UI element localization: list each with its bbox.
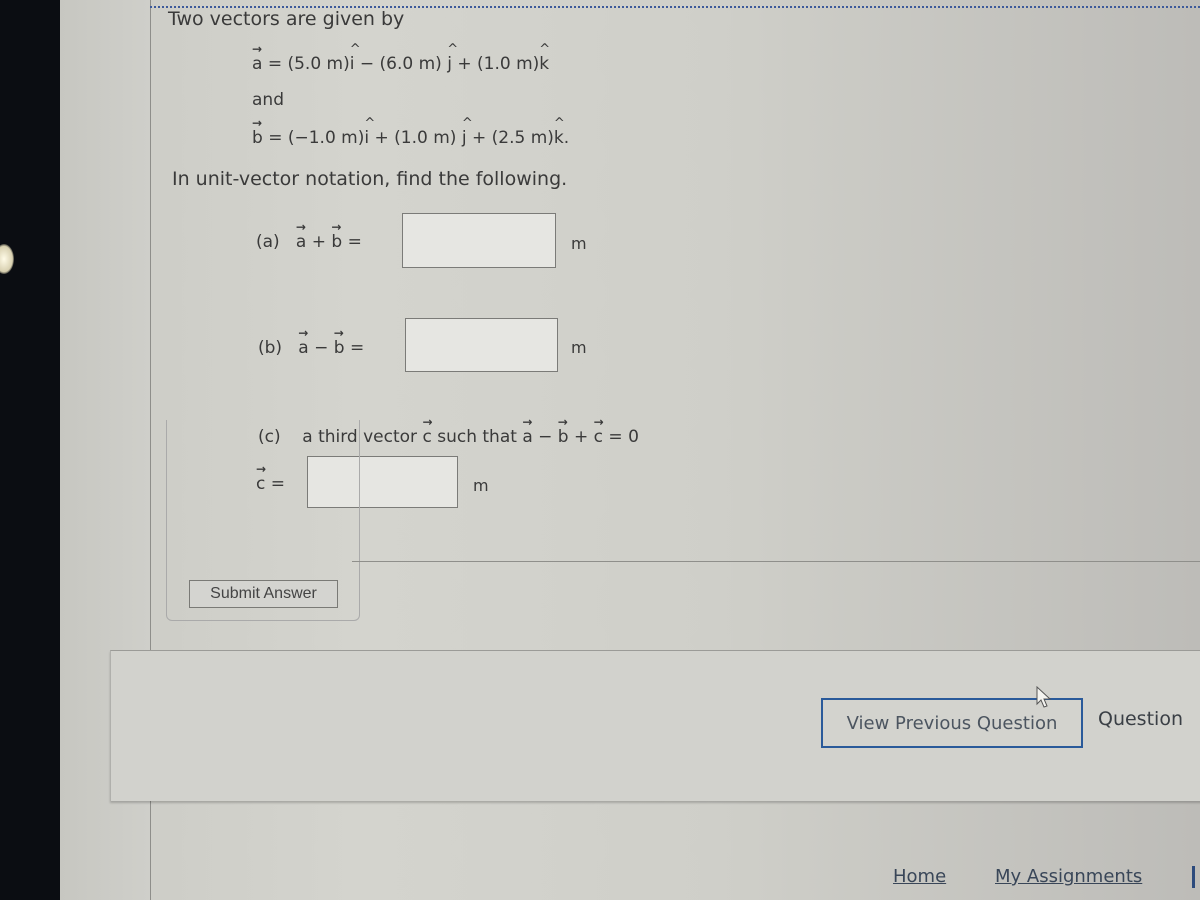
vector-c-symbol: c bbox=[594, 415, 604, 447]
vector-c-symbol: c bbox=[256, 462, 266, 494]
description-text: a third vector bbox=[302, 427, 423, 447]
answer-a-input[interactable] bbox=[402, 213, 556, 268]
light-glare bbox=[0, 244, 14, 274]
instruction-text: In unit-vector notation, find the follow… bbox=[172, 168, 568, 190]
part-letter: (a) bbox=[256, 232, 280, 252]
equals-sign: = bbox=[347, 232, 362, 252]
equals-zero: = 0 bbox=[603, 427, 639, 447]
mouse-pointer-icon bbox=[1036, 686, 1052, 708]
vector-b-symbol: b bbox=[558, 415, 569, 447]
unit-label-b: m bbox=[571, 338, 587, 357]
part-letter: (b) bbox=[258, 338, 283, 358]
description-text: such that bbox=[431, 427, 523, 447]
vector-a-symbol: a bbox=[298, 326, 308, 358]
minus-operator: − bbox=[314, 338, 329, 358]
vector-b-symbol: b bbox=[252, 116, 263, 148]
vector-a-symbol: a bbox=[522, 415, 532, 447]
part-c-lhs: c = bbox=[256, 462, 286, 494]
vector-a-symbol: a bbox=[252, 42, 262, 74]
unit-vector-k: k bbox=[554, 116, 565, 148]
equals-sign: = bbox=[262, 54, 288, 74]
next-question-button[interactable]: Question bbox=[1098, 708, 1183, 730]
connector-and: and bbox=[252, 90, 284, 110]
unit-label-c: m bbox=[473, 476, 489, 495]
term: − (6.0 m) bbox=[354, 54, 448, 74]
my-assignments-link[interactable]: My Assignments bbox=[995, 866, 1142, 887]
panel-divider bbox=[352, 561, 1200, 562]
home-link[interactable]: Home bbox=[893, 866, 946, 887]
part-b-label: (b) a − b = bbox=[258, 326, 365, 358]
answer-b-input[interactable] bbox=[405, 318, 558, 372]
vector-b-equation: b = (−1.0 m)i + (1.0 m) j + (2.5 m)k. bbox=[252, 116, 570, 148]
unit-vector-j: j bbox=[462, 116, 472, 148]
vector-c-symbol: c bbox=[422, 415, 432, 447]
term: + (1.0 m) bbox=[451, 54, 540, 74]
plus-operator: + bbox=[311, 232, 326, 252]
term: (−1.0 m) bbox=[287, 128, 365, 148]
part-letter: (c) bbox=[258, 427, 281, 447]
part-a-label: (a) a + b = bbox=[256, 220, 362, 252]
unit-label-a: m bbox=[571, 234, 587, 253]
term: + (1.0 m) bbox=[369, 128, 462, 148]
unit-vector-k: k bbox=[539, 42, 550, 74]
cut-off-link-edge bbox=[1192, 866, 1200, 888]
minus-operator: − bbox=[532, 427, 558, 447]
part-c-label: (c) a third vector c such that a − b + c… bbox=[258, 415, 639, 447]
answer-c-input[interactable] bbox=[307, 456, 458, 508]
plus-operator: + bbox=[568, 427, 594, 447]
unit-vector-i: i bbox=[364, 116, 374, 148]
monitor-bezel bbox=[0, 0, 60, 900]
equals-sign: = bbox=[265, 474, 286, 494]
vector-b-symbol: b bbox=[331, 220, 342, 252]
submit-answer-button[interactable]: Submit Answer bbox=[189, 580, 338, 608]
period: . bbox=[563, 128, 570, 148]
equals-sign: = bbox=[349, 338, 365, 358]
vector-b-symbol: b bbox=[334, 326, 345, 358]
term: + (2.5 m) bbox=[466, 128, 554, 148]
term: (5.0 m) bbox=[287, 54, 350, 74]
vector-a-symbol: a bbox=[296, 220, 306, 252]
vector-a-equation: a = (5.0 m)i − (6.0 m) j + (1.0 m)k bbox=[252, 42, 550, 74]
unit-vector-i: i bbox=[350, 42, 360, 74]
unit-vector-j: j bbox=[447, 42, 457, 74]
question-intro: Two vectors are given by bbox=[168, 8, 405, 30]
equals-sign: = bbox=[262, 128, 288, 148]
